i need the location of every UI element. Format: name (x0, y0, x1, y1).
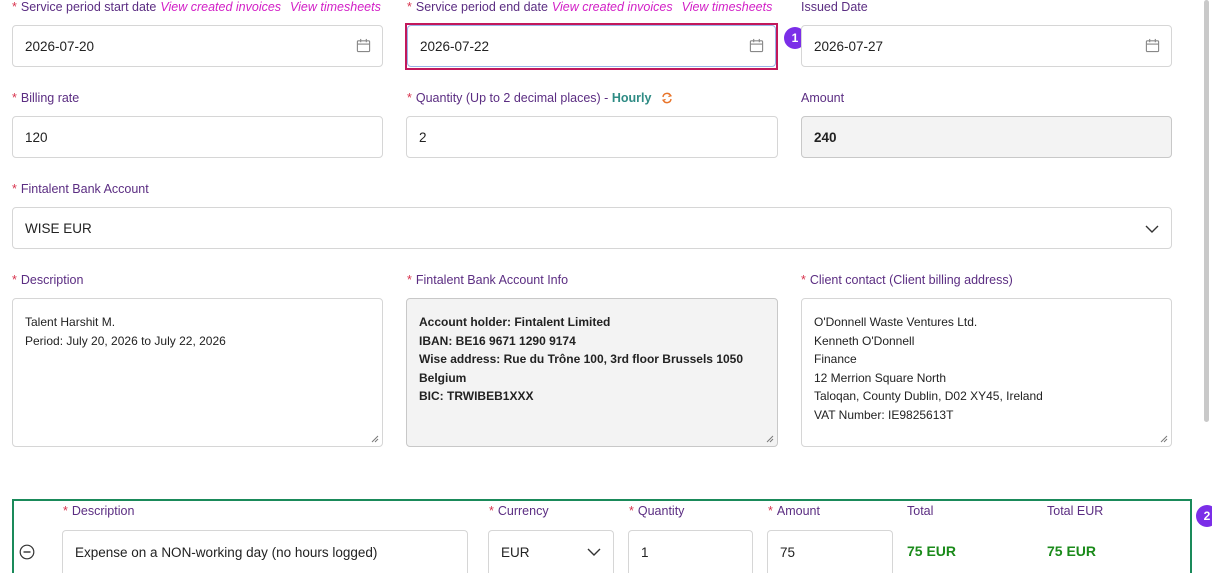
bank-account-label: * Fintalent Bank Account (12, 182, 149, 196)
expense-amount-header: * Amount (768, 504, 820, 518)
expense-total-eur-value: 75 EUR (1047, 543, 1097, 559)
expense-total-header: Total (907, 504, 934, 518)
issued-date-input[interactable]: 2026-07-27 (801, 25, 1172, 67)
view-created-invoices-link[interactable]: View created invoices (160, 0, 281, 14)
annotation-badge-2: 2 (1196, 505, 1212, 527)
view-created-invoices-link[interactable]: View created invoices (552, 0, 673, 14)
calendar-icon[interactable] (1145, 38, 1160, 53)
view-timesheets-link[interactable]: View timesheets (290, 0, 381, 14)
expense-description-header: * Description (63, 504, 135, 518)
chevron-down-icon[interactable] (586, 544, 602, 560)
expense-total-eur-header: Total EUR (1047, 504, 1104, 518)
bank-info-label: * Fintalent Bank Account Info (407, 273, 569, 287)
bank-info-textarea: Account holder: Fintalent Limited IBAN: … (406, 298, 778, 447)
amount-label: Amount (801, 91, 845, 105)
quantity-input[interactable]: 2 (406, 116, 778, 158)
resize-handle-icon[interactable] (371, 435, 379, 443)
billing-rate-input[interactable]: 120 (12, 116, 383, 158)
swap-icon[interactable] (661, 92, 673, 104)
end-date-label: * Service period end date View created inv… (407, 0, 773, 14)
expense-quantity-input[interactable]: 1 (628, 530, 753, 573)
expense-amount-input[interactable]: 75 (767, 530, 893, 573)
expense-currency-select[interactable]: EUR (488, 530, 614, 573)
billing-rate-label: * Billing rate (12, 91, 80, 105)
resize-handle-icon[interactable] (1160, 435, 1168, 443)
client-contact-label: * Client contact (Client billing address) (801, 273, 1013, 287)
expense-quantity-header: * Quantity (629, 504, 685, 518)
issued-date-label: Issued Date (801, 0, 868, 14)
resize-handle-icon[interactable] (766, 435, 774, 443)
bank-account-select[interactable]: WISE EUR (12, 207, 1172, 249)
client-contact-textarea[interactable]: O'Donnell Waste Ventures Ltd. Kenneth O'… (801, 298, 1172, 447)
end-date-input[interactable]: 2026-07-22 (407, 25, 776, 67)
description-textarea[interactable]: Talent Harshit M. Period: July 20, 2026 … (12, 298, 383, 447)
start-date-label: * Service period start date View created i… (12, 0, 381, 14)
start-date-input[interactable]: 2026-07-20 (12, 25, 383, 67)
calendar-icon[interactable] (356, 38, 371, 53)
expense-description-input[interactable]: Expense on a NON-working day (no hours l… (62, 530, 468, 573)
expense-total-value: 75 EUR (907, 543, 957, 559)
remove-row-icon[interactable] (19, 544, 35, 560)
scrollbar-thumb[interactable] (1204, 0, 1209, 422)
quantity-label: * Quantity (Up to 2 decimal places) - Hou… (407, 91, 673, 105)
view-timesheets-link[interactable]: View timesheets (682, 0, 773, 14)
quantity-unit: Hourly (611, 91, 652, 105)
description-label: * Description (12, 273, 84, 287)
amount-input: 240 (801, 116, 1172, 158)
calendar-icon[interactable] (749, 38, 764, 53)
chevron-down-icon[interactable] (1144, 221, 1160, 237)
expense-currency-header: * Currency (489, 504, 549, 518)
